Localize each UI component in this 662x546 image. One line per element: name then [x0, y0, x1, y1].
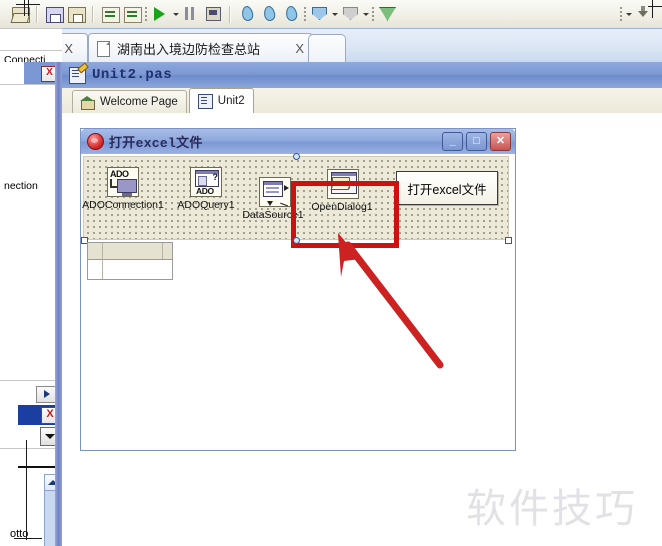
open-file-icon[interactable] — [10, 4, 30, 24]
tab-unit2[interactable]: Unit2 — [188, 88, 254, 113]
crop-guide — [26, 440, 27, 540]
dbgrid-header-row — [88, 243, 172, 260]
crop-guide — [14, 538, 42, 539]
maximize-button[interactable]: □ — [466, 132, 487, 151]
object-inspector-panel: Connecti nection X otto — [0, 28, 62, 546]
crop-guide — [652, 0, 653, 18]
breakpoint-dropdown-caret-icon[interactable] — [331, 5, 338, 23]
watermark: 软件技巧 — [466, 486, 638, 532]
toggle-breakpoint-icon[interactable] — [309, 4, 329, 24]
unit-file-icon — [197, 93, 213, 109]
close-button[interactable]: ✕ — [490, 132, 511, 151]
save-file-icon[interactable] — [44, 4, 64, 24]
component-label: ADOConnection1 — [82, 199, 164, 211]
trace-to-next-source-icon[interactable] — [281, 4, 301, 24]
crop-guide — [648, 6, 662, 7]
editor-tab-label: Unit2 — [217, 95, 245, 107]
selection-handle-bottom[interactable] — [293, 237, 300, 244]
divider — [0, 28, 62, 29]
step-over-icon[interactable] — [259, 4, 279, 24]
run-icon[interactable] — [150, 4, 170, 24]
close-icon: ✕ — [495, 135, 506, 147]
unit-window-title: Unit2.pas — [92, 67, 173, 83]
divider — [0, 50, 62, 51]
toolbar-separator — [92, 5, 94, 23]
program-reset-icon[interactable] — [203, 4, 223, 24]
panel-splitter[interactable] — [55, 62, 62, 546]
unit-window-titlebar[interactable]: Unit2.pas — [62, 62, 662, 88]
pause-icon[interactable] — [181, 4, 201, 24]
design-panel[interactable]: ADO ADOConnection1 ? ADO ADOQuery1 DataSo… — [82, 156, 509, 248]
adoconnection-icon: ADO — [107, 167, 139, 197]
open-excel-button[interactable]: 打开excel文件 — [396, 171, 498, 205]
browser-tab-hunan[interactable]: 湖南出入境边防检查总站 X — [88, 33, 313, 63]
dbgrid-component[interactable] — [87, 242, 173, 280]
scroll-down-icon[interactable] — [634, 4, 654, 24]
component-label: DataSource1 — [242, 209, 304, 221]
window-controls: _ □ ✕ — [442, 132, 515, 151]
minimize-icon: _ — [449, 135, 456, 147]
selection-handle-top[interactable] — [293, 153, 300, 160]
editor-tab-bar: Welcome Page Unit2 — [62, 88, 662, 114]
toolbar-grip[interactable] — [303, 5, 307, 23]
toolbar-separator — [229, 5, 231, 23]
oi-row-label-2[interactable]: nection — [4, 180, 38, 192]
add-to-project-icon[interactable] — [100, 4, 120, 24]
save-as-icon[interactable] — [66, 4, 86, 24]
remove-breakpoint-caret-icon[interactable] — [362, 5, 369, 23]
minimize-button[interactable]: _ — [442, 132, 463, 151]
opendialog-icon — [327, 169, 359, 199]
view-units-icon[interactable] — [377, 4, 397, 24]
crop-guide — [24, 0, 25, 16]
divider — [0, 380, 62, 381]
design-form-title: 打开excel文件 — [109, 136, 203, 151]
design-form-titlebar[interactable]: 打开excel文件 _ □ ✕ — [81, 129, 515, 154]
trace-into-icon[interactable] — [237, 4, 257, 24]
tab-welcome-page[interactable]: Welcome Page — [72, 90, 187, 113]
component-label: ADOQuery1 — [177, 199, 235, 211]
dbgrid-column-divider — [102, 243, 103, 279]
crop-guide — [28, 0, 29, 16]
toolbar-overflow-caret-icon[interactable] — [625, 5, 632, 23]
close-icon[interactable]: X — [295, 41, 304, 56]
selection-handle-bottom-right[interactable] — [505, 237, 512, 244]
remove-from-project-icon[interactable] — [122, 4, 142, 24]
unit-file-icon — [69, 66, 86, 84]
browser-tab-strip: X 湖南出入境边防检查总站 X — [24, 28, 662, 65]
toolbar-grip[interactable] — [371, 5, 375, 23]
divider — [0, 448, 62, 449]
adoquery-icon: ? ADO — [190, 167, 222, 197]
component-adoconnection1[interactable]: ADO ADOConnection1 — [82, 167, 164, 211]
page-icon — [97, 40, 110, 57]
run-dropdown-caret-icon[interactable] — [172, 5, 179, 23]
editor-tab-label: Welcome Page — [100, 96, 178, 108]
browser-tab-label: 湖南出入境边防检查总站 — [117, 42, 261, 57]
toolbar-grip-right[interactable] — [619, 5, 623, 23]
datasource-icon — [259, 177, 291, 207]
toolbar-grip[interactable] — [144, 5, 148, 23]
form-app-icon — [87, 133, 104, 150]
ide-toolbar — [0, 0, 662, 29]
dbgrid-column-divider — [162, 243, 163, 259]
component-label: OpenDialog1 — [311, 201, 373, 213]
toolbar-separator — [36, 5, 38, 23]
design-form-window[interactable]: 打开excel文件 _ □ ✕ ADO ADOConnection1 ? ADO … — [80, 128, 516, 451]
crop-guide — [16, 4, 40, 5]
home-icon — [80, 96, 95, 110]
maximize-icon: □ — [473, 135, 480, 147]
component-opendialog1[interactable]: OpenDialog1 — [311, 169, 373, 213]
remove-breakpoint-icon[interactable] — [340, 4, 360, 24]
close-icon[interactable]: X — [64, 41, 73, 56]
browser-tab-new[interactable] — [308, 34, 346, 63]
component-adoquery1[interactable]: ? ADO ADOQuery1 — [177, 167, 235, 211]
component-datasource1[interactable]: DataSource1 — [242, 177, 304, 221]
